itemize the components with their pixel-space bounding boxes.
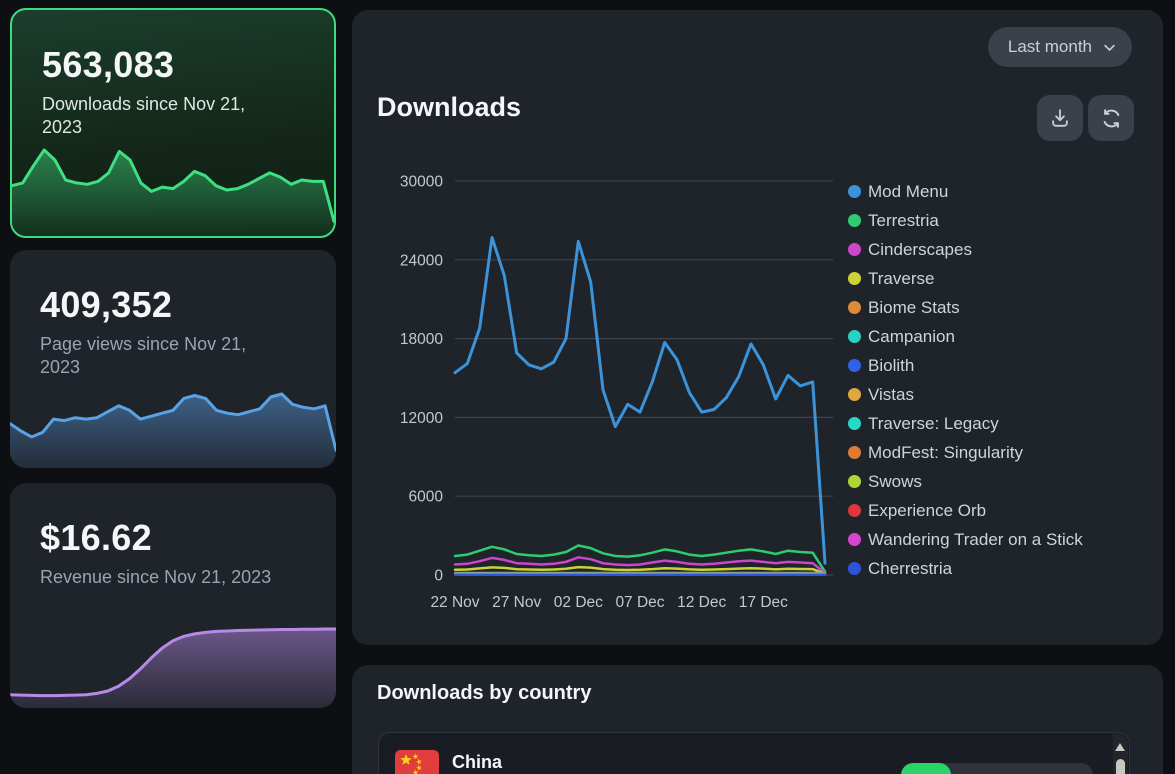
- svg-text:0: 0: [434, 568, 443, 585]
- legend-label: Terrestria: [868, 211, 939, 231]
- country-progress-bar: [901, 763, 1093, 774]
- legend-label: Wandering Trader on a Stick: [868, 530, 1083, 550]
- legend-item-experience-orb[interactable]: Experience Orb: [848, 496, 1083, 525]
- downloads-total-label: Downloads since Nov 21, 2023: [42, 93, 287, 139]
- legend-label: Vistas: [868, 385, 914, 405]
- country-progress-fill: [901, 763, 951, 774]
- analytics-dashboard: 563,083 Downloads since Nov 21, 2023 409…: [0, 0, 1175, 774]
- page-views-total-label: Page views since Nov 21, 2023: [40, 333, 285, 379]
- downloads-by-country-panel: Downloads by country China: [352, 665, 1163, 774]
- svg-text:24000: 24000: [400, 252, 443, 269]
- revenue-total-label: Revenue since Nov 21, 2023: [40, 566, 285, 589]
- stat-card-revenue[interactable]: $16.62 Revenue since Nov 21, 2023: [10, 483, 336, 708]
- legend-item-terrestria[interactable]: Terrestria: [848, 206, 1083, 235]
- legend-item-swows[interactable]: Swows: [848, 467, 1083, 496]
- legend-label: Traverse: [868, 269, 934, 289]
- chart-legend: Mod Menu Terrestria Cinderscapes Traverse Bi…: [848, 177, 1083, 583]
- downloads-total: 563,083: [42, 44, 304, 86]
- svg-text:07 Dec: 07 Dec: [615, 594, 664, 611]
- legend-label: Cherrestria: [868, 559, 952, 579]
- country-row: China: [379, 733, 1129, 774]
- legend-dot-icon: [848, 475, 861, 488]
- legend-label: Biolith: [868, 356, 914, 376]
- downloads-panel: Last month Downloads: [352, 10, 1163, 645]
- legend-dot-icon: [848, 417, 861, 430]
- legend-dot-icon: [848, 388, 861, 401]
- legend-dot-icon: [848, 272, 861, 285]
- downloads-sparkline-chart: [12, 144, 334, 236]
- legend-item-cherrestria[interactable]: Cherrestria: [848, 554, 1083, 583]
- country-panel-title: Downloads by country: [377, 682, 591, 705]
- legend-label: Campanion: [868, 327, 955, 347]
- page-views-total: 409,352: [40, 284, 306, 326]
- svg-text:12000: 12000: [400, 410, 443, 427]
- country-name: China: [452, 752, 502, 773]
- revenue-total: $16.62: [40, 517, 306, 559]
- scroll-up-arrow-icon[interactable]: [1115, 743, 1125, 751]
- svg-text:30000: 30000: [400, 174, 443, 191]
- legend-dot-icon: [848, 359, 861, 372]
- legend-dot-icon: [848, 504, 861, 517]
- country-list: China: [378, 732, 1130, 774]
- legend-label: Swows: [868, 472, 922, 492]
- pageviews-sparkline-chart: [10, 388, 336, 468]
- legend-label: ModFest: Singularity: [868, 443, 1023, 463]
- legend-item-traverse-legacy[interactable]: Traverse: Legacy: [848, 409, 1083, 438]
- legend-item-wandering-trader-on-a-stick[interactable]: Wandering Trader on a Stick: [848, 525, 1083, 554]
- legend-dot-icon: [848, 533, 861, 546]
- svg-text:02 Dec: 02 Dec: [554, 594, 603, 611]
- legend-item-traverse[interactable]: Traverse: [848, 264, 1083, 293]
- svg-text:27 Nov: 27 Nov: [492, 594, 541, 611]
- legend-dot-icon: [848, 446, 861, 459]
- china-flag-icon: [395, 750, 439, 774]
- svg-text:18000: 18000: [400, 331, 443, 348]
- legend-item-biolith[interactable]: Biolith: [848, 351, 1083, 380]
- legend-dot-icon: [848, 185, 861, 198]
- legend-dot-icon: [848, 330, 861, 343]
- legend-item-cinderscapes[interactable]: Cinderscapes: [848, 235, 1083, 264]
- legend-dot-icon: [848, 214, 861, 227]
- legend-item-biome-stats[interactable]: Biome Stats: [848, 293, 1083, 322]
- legend-item-vistas[interactable]: Vistas: [848, 380, 1083, 409]
- svg-text:22 Nov: 22 Nov: [430, 594, 479, 611]
- legend-item-modfest-singularity[interactable]: ModFest: Singularity: [848, 438, 1083, 467]
- legend-label: Traverse: Legacy: [868, 414, 999, 434]
- stat-card-page-views[interactable]: 409,352 Page views since Nov 21, 2023: [10, 250, 336, 468]
- legend-item-mod-menu[interactable]: Mod Menu: [848, 177, 1083, 206]
- stat-card-downloads[interactable]: 563,083 Downloads since Nov 21, 2023: [10, 8, 336, 238]
- legend-dot-icon: [848, 243, 861, 256]
- legend-label: Mod Menu: [868, 182, 948, 202]
- legend-label: Biome Stats: [868, 298, 960, 318]
- svg-text:12 Dec: 12 Dec: [677, 594, 726, 611]
- svg-text:6000: 6000: [409, 489, 444, 506]
- svg-text:17 Dec: 17 Dec: [739, 594, 788, 611]
- legend-dot-icon: [848, 301, 861, 314]
- legend-item-campanion[interactable]: Campanion: [848, 322, 1083, 351]
- legend-label: Experience Orb: [868, 501, 986, 521]
- legend-label: Cinderscapes: [868, 240, 972, 260]
- scrollbar-thumb[interactable]: [1116, 759, 1125, 774]
- country-list-scrollbar[interactable]: [1113, 734, 1128, 774]
- revenue-sparkline-chart: [10, 623, 336, 708]
- legend-dot-icon: [848, 562, 861, 575]
